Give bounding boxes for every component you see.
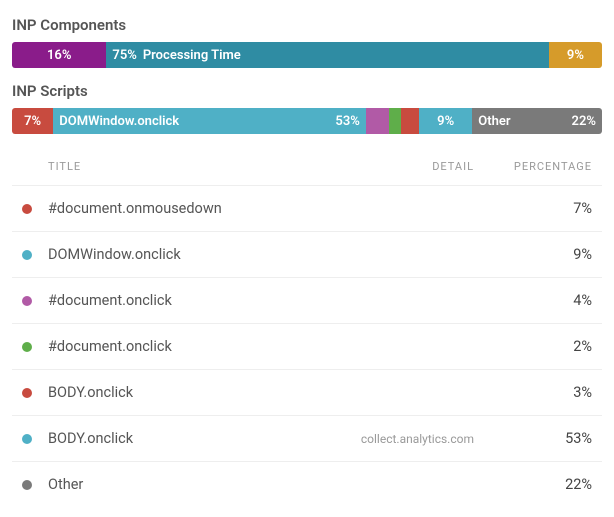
bar-segment-pct: 9%	[567, 48, 584, 63]
table-header-percentage: PERCENTAGE	[494, 160, 592, 173]
table-row: DOMWindow.onclick 9%	[12, 231, 602, 277]
inp-components-title: INP Components	[12, 16, 602, 34]
row-percentage: 2%	[494, 338, 592, 355]
row-title-cell: BODY.onclick	[22, 384, 354, 401]
row-percentage: 22%	[494, 476, 592, 493]
inp-scripts-title: INP Scripts	[12, 82, 602, 100]
color-dot-icon	[22, 434, 32, 444]
bar-segment: 7%	[12, 108, 53, 134]
table-row: BODY.onclick 3%	[12, 369, 602, 415]
color-dot-icon	[22, 250, 32, 260]
row-title: #document.onmousedown	[48, 200, 222, 217]
table-body: #document.onmousedown 7% DOMWindow.onclick…	[12, 185, 602, 507]
row-title-cell: #document.onclick	[22, 338, 354, 355]
row-title: #document.onclick	[48, 338, 172, 355]
bar-segment: 75% Processing Time	[106, 42, 549, 68]
color-dot-icon	[22, 388, 32, 398]
row-percentage: 9%	[494, 246, 592, 263]
bar-segment: 9%	[419, 108, 472, 134]
bar-segment-pct: 7%	[24, 114, 41, 129]
bar-segment: 16%	[12, 42, 106, 68]
row-title-cell: #document.onmousedown	[22, 200, 354, 217]
row-title: Other	[48, 476, 83, 493]
table-row: #document.onclick 2%	[12, 323, 602, 369]
bar-segment: 9%	[549, 42, 602, 68]
bar-segment-label: Other	[478, 114, 510, 129]
color-dot-icon	[22, 204, 32, 214]
row-title-cell: BODY.onclick	[22, 430, 354, 447]
inp-scripts-bar: 7% DOMWindow.onclick 53% 9% Other 22%	[12, 108, 602, 134]
bar-segment: Other 22%	[472, 108, 602, 134]
bar-segment-pct: 53%	[335, 114, 359, 129]
row-title-cell: Other	[22, 476, 354, 493]
table-row: BODY.onclick collect.analytics.com53%	[12, 415, 602, 461]
bar-segment: DOMWindow.onclick 53%	[53, 108, 366, 134]
bar-segment-pct: 75%	[112, 48, 136, 63]
color-dot-icon	[22, 342, 32, 352]
table-header-detail: DETAIL	[354, 160, 494, 173]
bar-segment-label: Processing Time	[143, 48, 241, 63]
bar-segment-pct: 16%	[47, 48, 71, 63]
table-row: #document.onclick 4%	[12, 277, 602, 323]
table-row: #document.onmousedown 7%	[12, 185, 602, 231]
table-header-row: TITLE DETAIL PERCENTAGE	[12, 148, 602, 185]
row-detail: collect.analytics.com	[354, 432, 494, 446]
bar-segment	[366, 108, 390, 134]
color-dot-icon	[22, 296, 32, 306]
row-title: #document.onclick	[48, 292, 172, 309]
table-row: Other 22%	[12, 461, 602, 507]
bar-segment-pct: 22%	[572, 114, 596, 129]
table-header-title: TITLE	[22, 160, 354, 173]
color-dot-icon	[22, 480, 32, 490]
row-title: BODY.onclick	[48, 384, 133, 401]
row-percentage: 4%	[494, 292, 592, 309]
row-title-cell: DOMWindow.onclick	[22, 246, 354, 263]
inp-components-bar: 16% 75% Processing Time 9%	[12, 42, 602, 68]
row-title: DOMWindow.onclick	[48, 246, 181, 263]
bar-segment-pct: 9%	[437, 114, 454, 129]
row-title: BODY.onclick	[48, 430, 133, 447]
row-title-cell: #document.onclick	[22, 292, 354, 309]
row-percentage: 7%	[494, 200, 592, 217]
row-percentage: 3%	[494, 384, 592, 401]
bar-segment-label: DOMWindow.onclick	[59, 114, 179, 129]
bar-segment	[401, 108, 419, 134]
bar-segment	[389, 108, 401, 134]
row-percentage: 53%	[494, 430, 592, 447]
